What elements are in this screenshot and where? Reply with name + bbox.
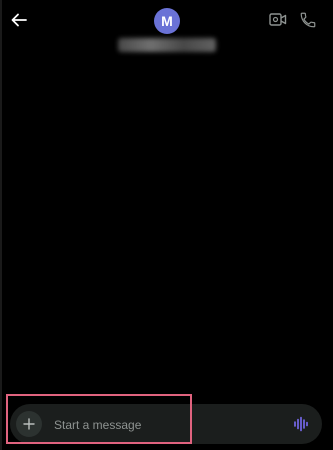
video-camera-icon [269, 13, 287, 26]
message-composer [10, 404, 322, 444]
video-call-button[interactable] [268, 11, 288, 29]
waveform-icon [294, 416, 308, 432]
phone-icon [300, 12, 316, 28]
back-button[interactable] [8, 9, 30, 31]
avatar-initial: M [161, 13, 173, 29]
message-list[interactable] [2, 60, 333, 390]
add-attachment-button[interactable] [16, 411, 42, 437]
message-input[interactable] [52, 412, 276, 438]
contact-name-redacted[interactable] [118, 38, 216, 52]
contact-avatar[interactable]: M [154, 8, 180, 34]
conversation-header: M [0, 0, 333, 60]
plus-icon [23, 418, 35, 430]
voice-message-button[interactable] [292, 414, 312, 434]
voice-call-button[interactable] [298, 10, 318, 30]
arrow-left-icon [11, 13, 27, 27]
